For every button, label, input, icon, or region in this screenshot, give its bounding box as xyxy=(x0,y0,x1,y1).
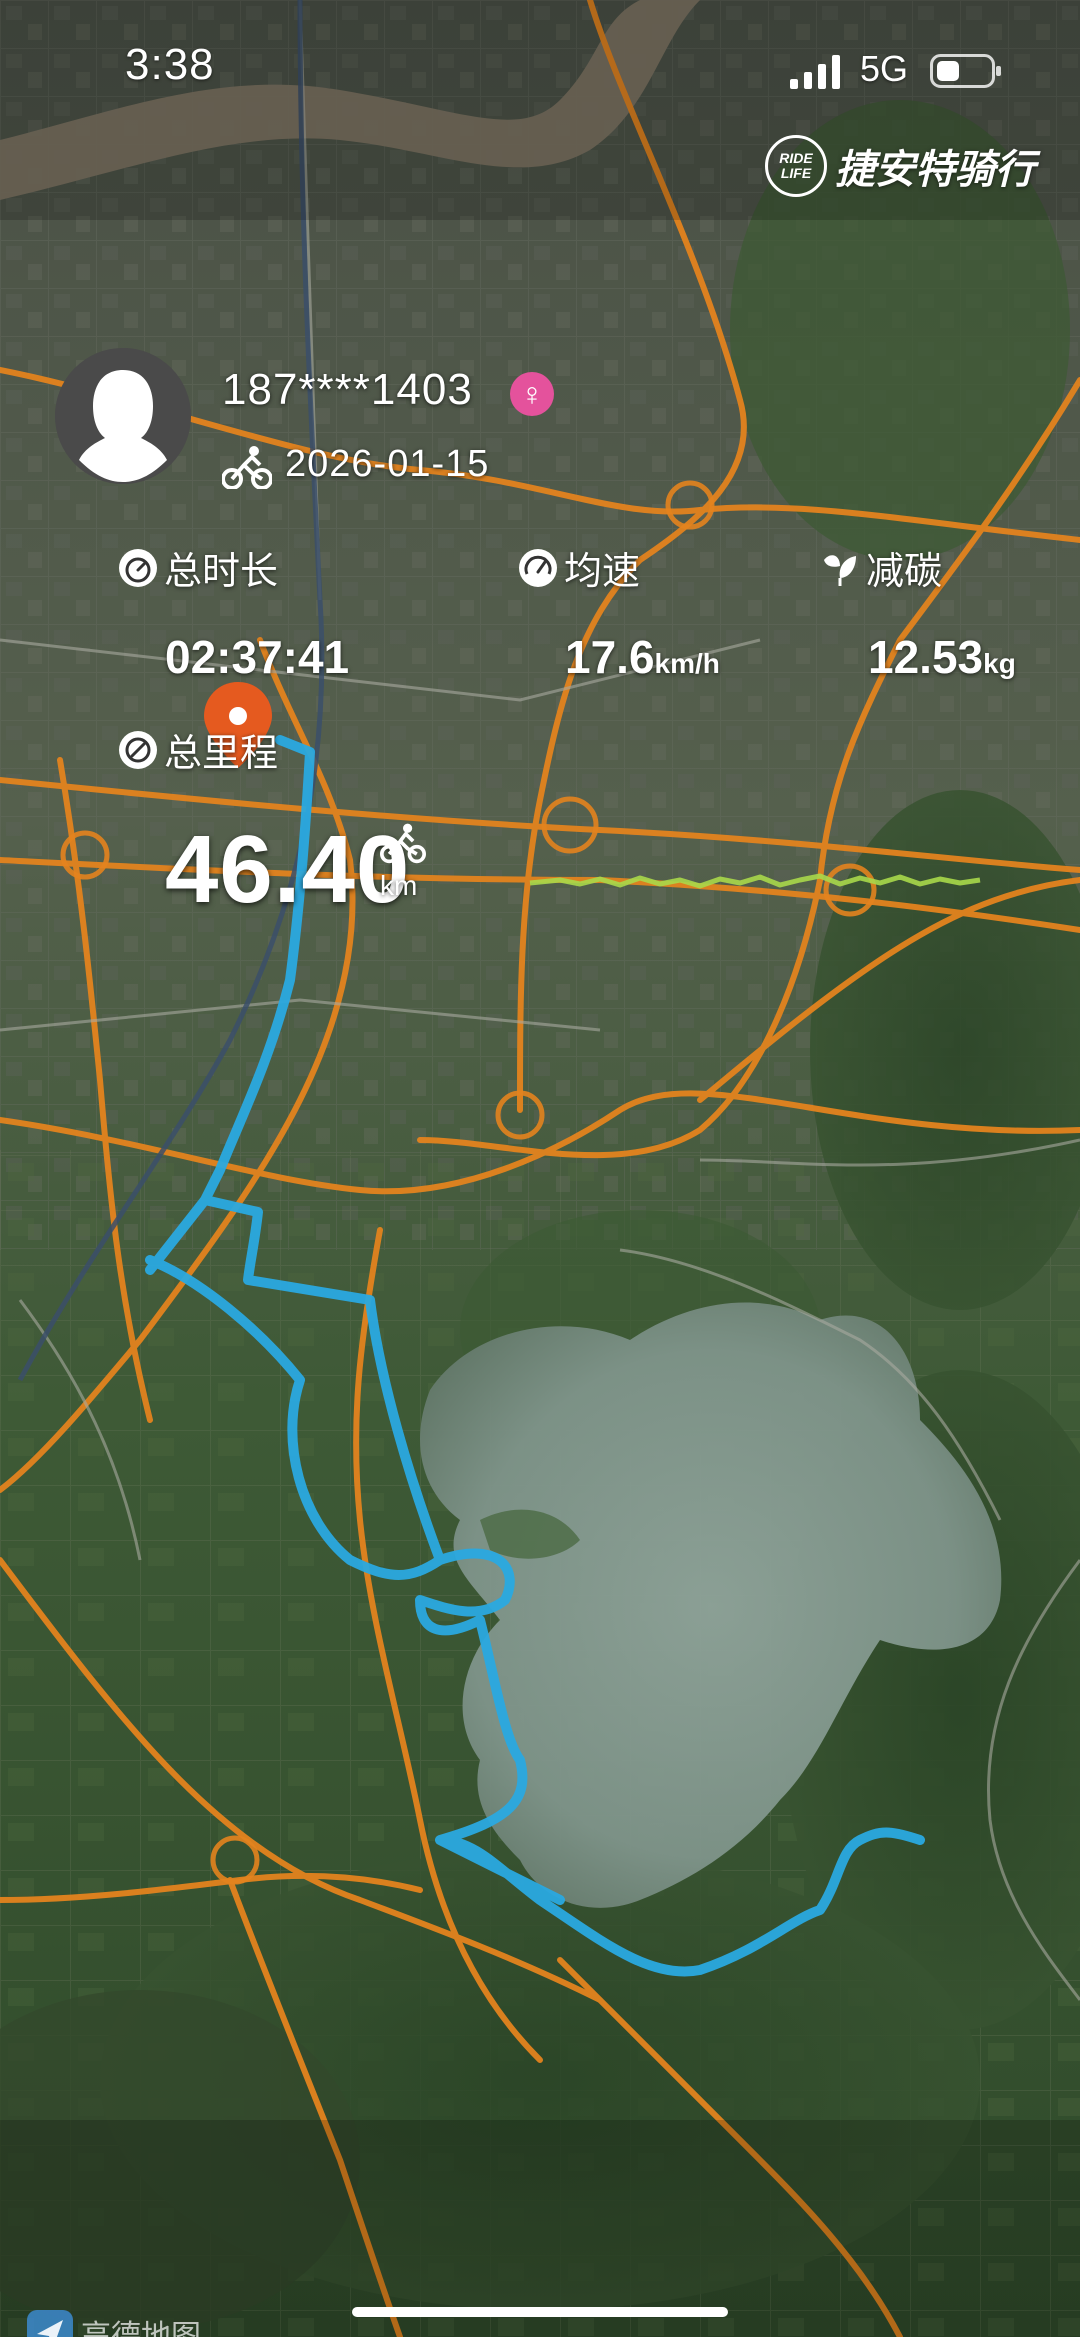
speedometer-icon xyxy=(519,548,557,587)
signal-bars-icon xyxy=(790,55,840,89)
home-indicator[interactable] xyxy=(352,2307,728,2317)
badge-top-text: RIDE xyxy=(779,150,813,166)
carbon-value-group: 12.53kg xyxy=(868,630,1016,684)
speed-unit: km/h xyxy=(654,648,720,679)
brand-logo: RIDE LIFE 捷安特骑行 xyxy=(765,135,1035,197)
duration-label: 总时长 xyxy=(164,551,279,593)
speed-value-group: 17.6km/h xyxy=(565,630,720,684)
speed-value: 17.6 xyxy=(565,631,655,683)
avatar-silhouette-icon xyxy=(55,348,191,484)
cyclist-icon xyxy=(380,823,426,864)
map-provider-logo: 高德地图 xyxy=(25,2308,201,2337)
duration-label-group: 总时长 xyxy=(118,540,278,595)
carbon-unit: kg xyxy=(983,648,1016,679)
speed-label-group: 均速 xyxy=(518,540,640,595)
badge-bottom-text: LIFE xyxy=(780,165,812,181)
distance-icon xyxy=(119,730,157,769)
user-phone: 187****1403 xyxy=(222,365,473,414)
battery-icon xyxy=(930,54,1001,88)
female-icon: ♀ xyxy=(510,372,554,416)
distance-value: 46.40 xyxy=(165,816,411,923)
distance-label: 总里程 xyxy=(164,733,279,775)
carbon-label: 减碳 xyxy=(866,551,943,593)
ride-date: 2026-01-15 xyxy=(285,443,490,485)
carbon-value: 12.53 xyxy=(868,631,984,683)
ride-life-badge: RIDE LIFE xyxy=(765,135,827,197)
stopwatch-icon xyxy=(119,548,157,587)
distance-unit: km xyxy=(380,870,418,901)
map-provider-name: 高德地图 xyxy=(81,2320,201,2337)
status-time: 3:38 xyxy=(125,40,215,89)
network-type: 5G xyxy=(860,48,909,89)
brand-name: 捷安特骑行 xyxy=(835,148,1035,192)
leaf-icon xyxy=(824,554,856,586)
distance-label-group: 总里程 xyxy=(118,722,278,777)
amap-logo-icon xyxy=(27,2310,73,2337)
avatar xyxy=(55,348,191,484)
cyclist-icon xyxy=(222,446,272,489)
ride-share-screen: 3:38 5G RIDE LIFE 捷安特骑行 187****1403 ♀ 20… xyxy=(0,0,1080,2337)
satellite-map xyxy=(0,0,1080,2337)
carbon-label-group: 减碳 xyxy=(820,540,942,595)
speed-label: 均速 xyxy=(564,551,641,593)
duration-value: 02:37:41 xyxy=(165,631,350,683)
